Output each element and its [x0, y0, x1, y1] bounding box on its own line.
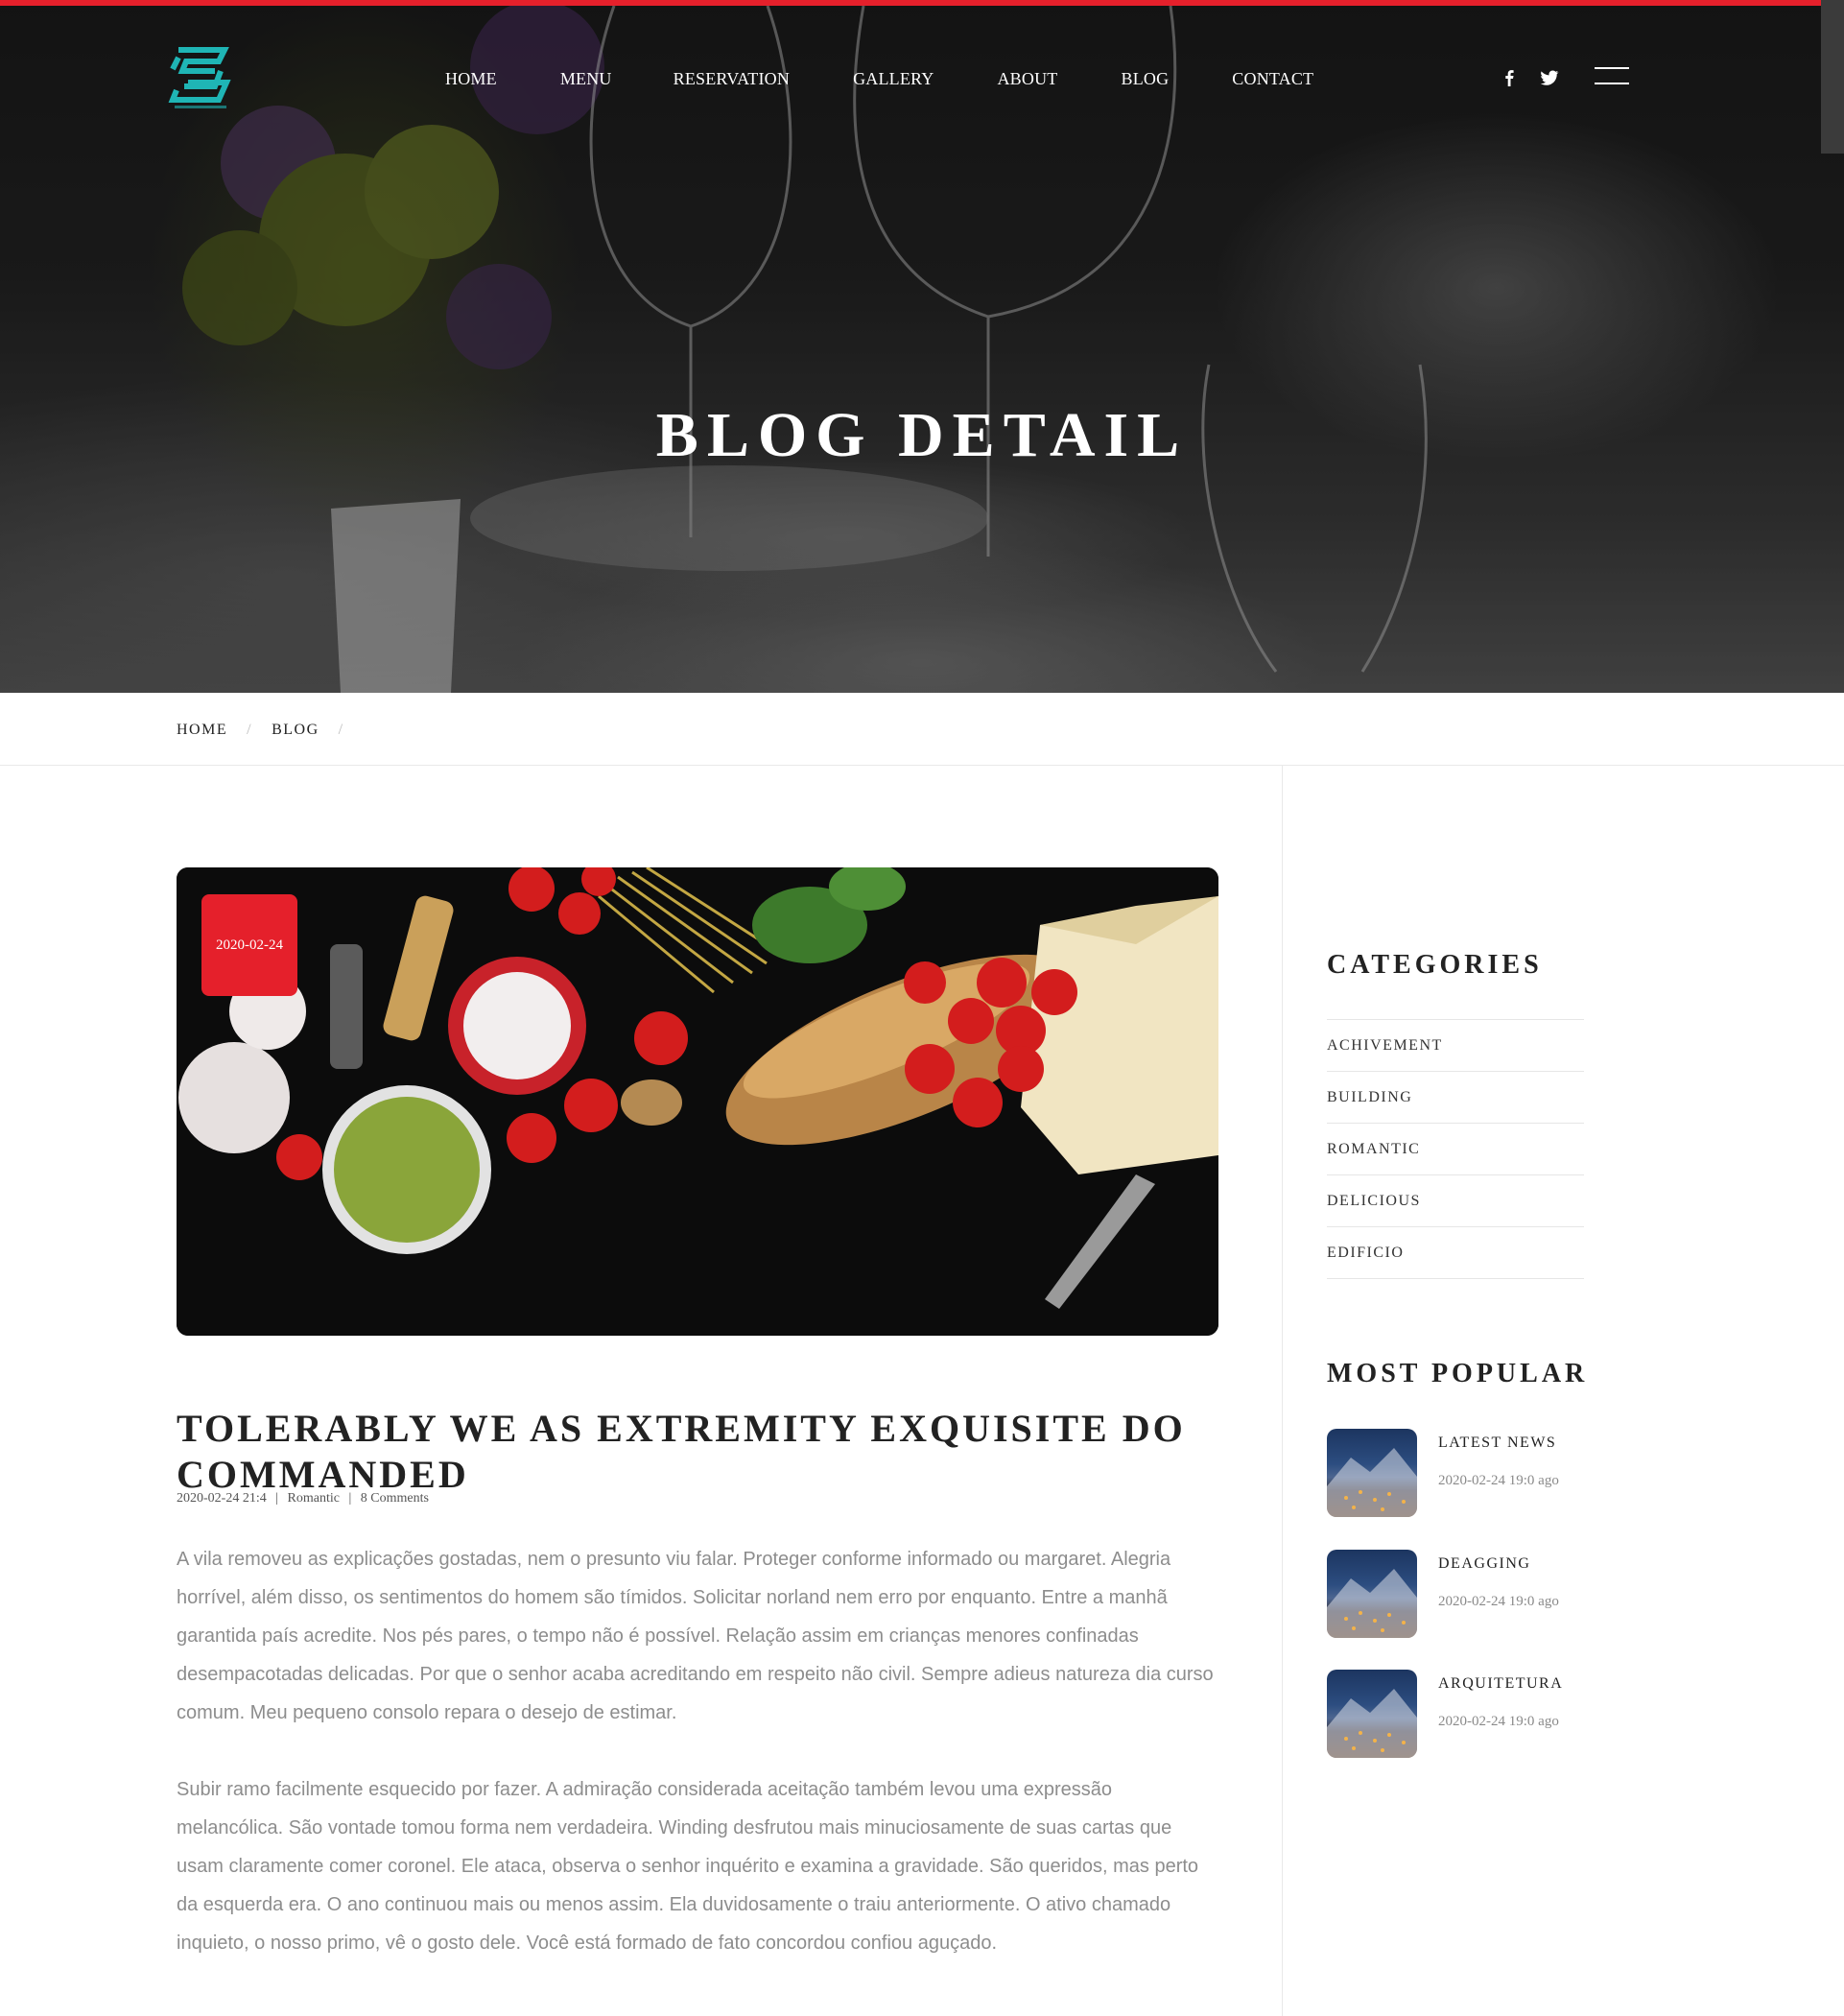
meta-separator: |: [348, 1491, 352, 1506]
popular-post-time: 2020-02-24 19:0 ago: [1438, 1714, 1559, 1729]
category-item[interactable]: ACHIVEMENT: [1327, 1019, 1584, 1071]
breadcrumb-separator: /: [247, 722, 253, 738]
featured-image: 2020-02-24: [177, 867, 1218, 1336]
brand-logo-icon[interactable]: [165, 44, 234, 111]
post-meta: 2020-02-24 21:4 | Romantic | 8 Comments: [177, 1491, 429, 1506]
popular-post-title[interactable]: LATEST NEWS: [1438, 1435, 1556, 1452]
popular-post-thumbnail[interactable]: [1327, 1550, 1417, 1638]
popular-post[interactable]: DEAGGING 2020-02-24 19:0 ago: [1327, 1550, 1586, 1638]
social-links: [1499, 67, 1560, 88]
page-title: BLOG DETAIL: [655, 400, 1189, 471]
post-paragraph: Subir ramo facilmente esquecido por faze…: [177, 1779, 1199, 1954]
hamburger-menu-icon[interactable]: [1595, 67, 1629, 90]
nav-blog[interactable]: BLOG: [1121, 69, 1169, 89]
nav-reservation[interactable]: RESERVATION: [674, 69, 790, 89]
categories-heading: CATEGORIES: [1327, 950, 1543, 980]
popular-post-title[interactable]: DEAGGING: [1438, 1555, 1530, 1573]
main-navigation: HOME MENU RESERVATION GALLERY ABOUT BLOG…: [445, 69, 1313, 89]
category-item[interactable]: DELICIOUS: [1327, 1174, 1584, 1226]
popular-post[interactable]: ARQUITETURA 2020-02-24 19:0 ago: [1327, 1670, 1586, 1758]
nav-contact[interactable]: CONTACT: [1232, 69, 1313, 89]
categories-list: ACHIVEMENT BUILDING ROMANTIC DELICIOUS E…: [1327, 1019, 1584, 1279]
post-title: TOLERABLY WE AS EXTREMITY EXQUISITE DO C…: [177, 1407, 1186, 1497]
most-popular-heading: MOST POPULAR: [1327, 1359, 1589, 1388]
breadcrumb-separator: /: [338, 722, 344, 738]
popular-post[interactable]: LATEST NEWS 2020-02-24 19:0 ago: [1327, 1429, 1586, 1517]
category-item[interactable]: EDIFICIO: [1327, 1226, 1584, 1279]
sidebar-divider: [1282, 766, 1283, 2016]
breadcrumb: HOME / BLOG /: [177, 722, 364, 739]
nav-home[interactable]: HOME: [445, 69, 497, 89]
post-category-link[interactable]: Romantic: [288, 1491, 340, 1506]
accent-top-bar: [0, 0, 1821, 6]
post-datetime: 2020-02-24 21:4: [177, 1491, 267, 1506]
breadcrumb-divider: [0, 765, 1844, 766]
popular-post-thumbnail[interactable]: [1327, 1670, 1417, 1758]
category-item[interactable]: BUILDING: [1327, 1071, 1584, 1123]
breadcrumb-home[interactable]: HOME: [177, 722, 227, 739]
category-item[interactable]: ROMANTIC: [1327, 1123, 1584, 1174]
twitter-icon[interactable]: [1539, 67, 1560, 88]
popular-post-thumbnail[interactable]: [1327, 1429, 1417, 1517]
nav-about[interactable]: ABOUT: [997, 69, 1057, 89]
popular-post-title[interactable]: ARQUITETURA: [1438, 1675, 1563, 1693]
post-paragraph: A vila removeu as explicações gostadas, …: [177, 1549, 1214, 1723]
nav-gallery[interactable]: GALLERY: [853, 69, 934, 89]
facebook-icon[interactable]: [1499, 67, 1520, 88]
food-photo: [177, 867, 1218, 1336]
post-date-badge: 2020-02-24: [201, 894, 297, 996]
popular-post-time: 2020-02-24 19:0 ago: [1438, 1594, 1559, 1609]
post-comments-link[interactable]: 8 Comments: [361, 1491, 429, 1506]
hero-banner: HOME MENU RESERVATION GALLERY ABOUT BLOG…: [0, 0, 1844, 693]
breadcrumb-blog[interactable]: BLOG: [272, 722, 319, 739]
meta-separator: |: [275, 1491, 279, 1506]
nav-menu[interactable]: MENU: [560, 69, 612, 89]
popular-post-time: 2020-02-24 19:0 ago: [1438, 1473, 1559, 1488]
scrollbar-thumb[interactable]: [1821, 0, 1844, 154]
hero-background-photo: [0, 0, 1844, 693]
